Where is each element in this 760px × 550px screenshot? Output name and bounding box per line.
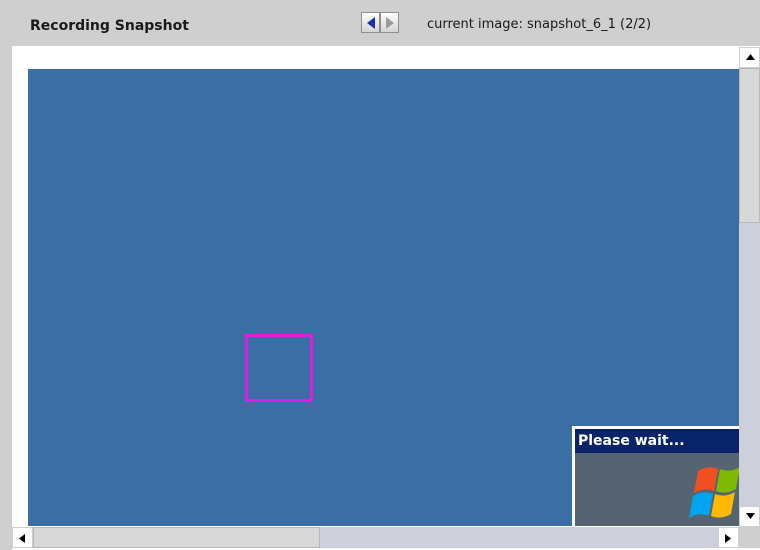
horizontal-scroll-thumb[interactable] <box>33 527 320 548</box>
next-image-button[interactable] <box>380 12 399 33</box>
horizontal-scrollbar[interactable] <box>12 527 739 548</box>
scroll-left-button[interactable] <box>12 527 33 548</box>
vertical-scrollbar[interactable] <box>739 47 760 527</box>
current-image-label: current image: snapshot_6_1 (2/2) <box>427 17 652 32</box>
scroll-up-button[interactable] <box>739 47 760 68</box>
arrow-down-icon <box>746 513 755 519</box>
vertical-scroll-thumb[interactable] <box>739 68 760 223</box>
scrollbar-corner <box>739 527 760 548</box>
windows-logo-icon <box>689 467 739 518</box>
dialog-title: Please wait... <box>575 429 739 453</box>
snapshot-header: Recording Snapshot current image: snapsh… <box>0 0 760 46</box>
triangle-right-icon <box>386 17 394 29</box>
arrow-right-icon <box>725 534 731 543</box>
please-wait-dialog: Please wait... <box>572 426 739 526</box>
scroll-down-button[interactable] <box>739 506 760 527</box>
snapshot-viewport: Please wait... <box>28 69 739 526</box>
scroll-right-button[interactable] <box>718 527 739 548</box>
arrow-left-icon <box>19 534 25 543</box>
triangle-left-icon <box>367 17 375 29</box>
dialog-body <box>575 453 739 526</box>
click-highlight-box <box>245 334 313 402</box>
arrow-up-icon <box>746 54 755 60</box>
previous-image-button[interactable] <box>361 12 380 33</box>
window-title: Recording Snapshot <box>30 18 189 34</box>
